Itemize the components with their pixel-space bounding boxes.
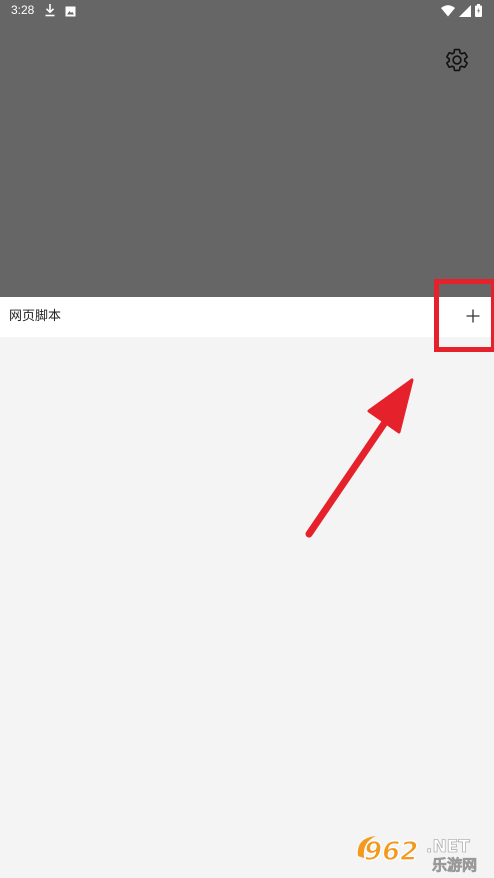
battery-icon	[475, 2, 482, 21]
status-bar: 3:28	[0, 0, 494, 22]
add-script-button[interactable]	[462, 306, 484, 328]
wifi-icon	[441, 2, 455, 21]
app-header: 3:28	[0, 0, 494, 297]
gear-icon	[444, 47, 470, 77]
web-script-label: 网页脚本	[9, 309, 62, 324]
download-icon	[44, 2, 56, 21]
signal-icon	[459, 2, 471, 21]
status-icons-left	[44, 2, 76, 21]
status-icons-right	[441, 2, 482, 21]
web-script-row: 网页脚本	[0, 297, 494, 337]
image-notification-icon	[65, 2, 76, 21]
settings-button[interactable]	[442, 47, 472, 77]
script-list-area	[0, 337, 494, 878]
status-time: 3:28	[11, 3, 35, 17]
plus-icon	[466, 308, 480, 327]
